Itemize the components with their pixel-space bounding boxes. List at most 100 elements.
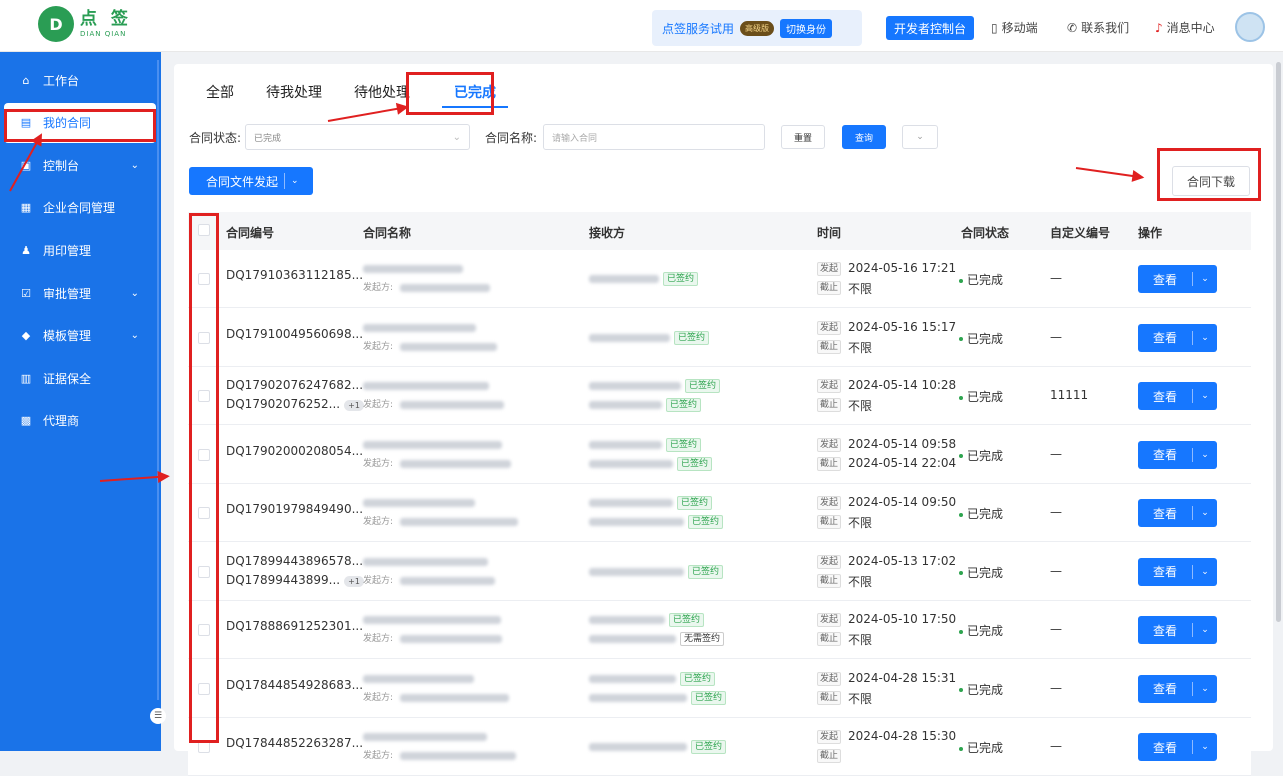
initiate-contract-button[interactable]: 合同文件发起 ⌄	[189, 167, 313, 195]
expand-filter-icon[interactable]: ⌄	[902, 125, 938, 149]
seal-icon: ♟	[21, 243, 31, 257]
signed-tag: 已签约	[691, 740, 727, 754]
more-badge[interactable]: +1	[344, 575, 364, 587]
receiver-redacted	[589, 567, 684, 576]
view-button[interactable]: 查看 ⌄	[1138, 440, 1217, 469]
contract-name-redacted	[363, 440, 502, 449]
sidebar-item-1[interactable]: ⌂ 工作台	[0, 60, 161, 100]
initiator-label: 发起方:	[363, 458, 394, 469]
initiator-label: 发起方:	[363, 692, 394, 703]
contact-link[interactable]: ✆ 联系我们	[1067, 19, 1129, 36]
tab-all[interactable]: 全部	[206, 82, 234, 108]
chevron-down-icon[interactable]: ⌄	[1193, 508, 1217, 518]
receiver-redacted	[589, 275, 659, 283]
sidebar-item-label: 审批管理	[43, 286, 92, 301]
chevron-down-icon[interactable]: ⌄	[291, 176, 299, 186]
annotation-box-completed-tab	[406, 72, 494, 115]
contract-number: DQ17844852263287...	[226, 736, 364, 750]
view-button[interactable]: 查看 ⌄	[1138, 323, 1217, 352]
initiator-redacted	[400, 693, 509, 702]
col-contract-no: 合同编号	[226, 226, 275, 240]
sidebar-item-9[interactable]: ▩ 代理商	[0, 401, 161, 441]
end-label: 截止	[817, 690, 842, 705]
logo-icon: D	[38, 6, 74, 42]
sidebar-item-6[interactable]: ☑ 审批管理 ⌄	[0, 273, 161, 313]
signed-tag: 已签约	[677, 456, 713, 471]
mobile-icon: ▯	[991, 20, 998, 35]
table-row: DQ17901979849490... 发起方: 已签约 已签约 发起 2024-05-1…	[188, 484, 1251, 542]
template-icon: ◆	[21, 329, 31, 343]
view-button[interactable]: 查看 ⌄	[1138, 733, 1217, 761]
initiator-label: 发起方:	[363, 283, 394, 293]
chevron-down-icon[interactable]: ⌄	[131, 288, 139, 299]
page-scrollbar[interactable]	[1276, 62, 1281, 622]
custom-number: 11111	[1050, 388, 1089, 402]
initiator-label: 发起方:	[363, 400, 394, 410]
brand-logo[interactable]: D 点 签 DIAN QIAN	[38, 6, 132, 42]
chevron-down-icon[interactable]: ⌄	[1193, 391, 1217, 401]
table-row: DQ17899443896578... DQ17899443899... +1 发起方…	[188, 542, 1251, 601]
contract-name-redacted	[363, 499, 475, 507]
sidebar-item-label: 控制台	[43, 158, 80, 173]
avatar[interactable]	[1235, 12, 1265, 42]
query-button[interactable]: 查询	[842, 125, 886, 149]
top-header: D 点 签 DIAN QIAN 点签服务试用 高级版 切换身份 开发者控制台 ▯…	[0, 0, 1283, 52]
signed-tag: 已签约	[685, 379, 721, 393]
chevron-down-icon: ⌄	[452, 131, 462, 143]
sidebar-item-label: 模板管理	[43, 329, 92, 344]
status-completed: 已完成	[959, 271, 1003, 288]
view-button[interactable]: 查看 ⌄	[1138, 265, 1217, 293]
sidebar-item-4[interactable]: ▦ 企业合同管理	[0, 188, 161, 228]
signed-tag: 已签约	[666, 398, 702, 412]
reset-button[interactable]: 重置	[781, 125, 825, 149]
table-row: DQ17910363112185... 发起方: 已签约 发起 2024-05-16 1…	[188, 250, 1251, 308]
status-completed: 已完成	[959, 388, 1003, 405]
view-button[interactable]: 查看 ⌄	[1138, 616, 1217, 644]
contract-name-input[interactable]: 请输入合同	[543, 124, 766, 150]
sidebar-item-7[interactable]: ◆ 模板管理 ⌄	[0, 316, 161, 356]
mobile-link[interactable]: ▯ 移动端	[991, 19, 1038, 36]
table-row: DQ17844854928683... 发起方: 已签约 已签约 发起 2024-04-2…	[188, 659, 1251, 718]
tab-pending-me[interactable]: 待我处理	[266, 82, 322, 108]
collapse-sidebar-icon[interactable]: ☰	[150, 708, 166, 724]
view-button[interactable]: 查看 ⌄	[1138, 557, 1217, 586]
initiator-label: 发起方:	[363, 634, 394, 644]
initiator-redacted	[400, 635, 502, 643]
message-center-link[interactable]: ♪ 消息中心	[1155, 19, 1215, 36]
chevron-down-icon[interactable]: ⌄	[131, 160, 139, 171]
view-button[interactable]: 查看 ⌄	[1138, 674, 1217, 703]
start-time: 2024-05-14 09:50	[848, 495, 957, 509]
trial-text[interactable]: 点签服务试用	[662, 20, 734, 37]
chevron-down-icon[interactable]: ⌄	[131, 330, 139, 341]
status-select[interactable]: 已完成 ⌄	[245, 124, 471, 150]
chevron-down-icon[interactable]: ⌄	[1193, 684, 1217, 694]
start-label: 发起	[817, 262, 842, 276]
receiver-redacted	[589, 616, 665, 624]
receiver-redacted	[589, 401, 662, 409]
bell-icon: ♪	[1155, 20, 1163, 35]
status-completed: 已完成	[959, 681, 1003, 698]
annotation-box-my-contracts	[4, 109, 156, 142]
signed-tag: 已签约	[677, 496, 713, 510]
more-badge[interactable]: +1	[344, 400, 364, 411]
sidebar-item-8[interactable]: ▥ 证据保全	[0, 358, 161, 398]
initiator-label: 发起方:	[363, 575, 394, 586]
view-button[interactable]: 查看 ⌄	[1138, 499, 1217, 527]
end-time: 不限	[848, 399, 873, 413]
chevron-down-icon[interactable]: ⌄	[1193, 450, 1217, 460]
developer-console-button[interactable]: 开发者控制台	[886, 16, 975, 40]
initiator-redacted	[400, 518, 518, 526]
contract-name-redacted	[363, 323, 476, 332]
signed-tag: 已签约	[688, 564, 724, 579]
sidebar-item-label: 企业合同管理	[43, 201, 116, 216]
chevron-down-icon[interactable]: ⌄	[1193, 333, 1217, 343]
chevron-down-icon[interactable]: ⌄	[1193, 567, 1217, 577]
view-button[interactable]: 查看 ⌄	[1138, 382, 1217, 410]
sidebar-scrollbar[interactable]	[157, 60, 159, 700]
switch-identity-button[interactable]: 切换身份	[780, 18, 833, 38]
chevron-down-icon[interactable]: ⌄	[1193, 625, 1217, 635]
sidebar-item-5[interactable]: ♟ 用印管理	[0, 230, 161, 270]
end-time: 不限	[848, 282, 873, 296]
col-actions: 操作	[1138, 226, 1163, 240]
chevron-down-icon[interactable]: ⌄	[1193, 274, 1217, 284]
